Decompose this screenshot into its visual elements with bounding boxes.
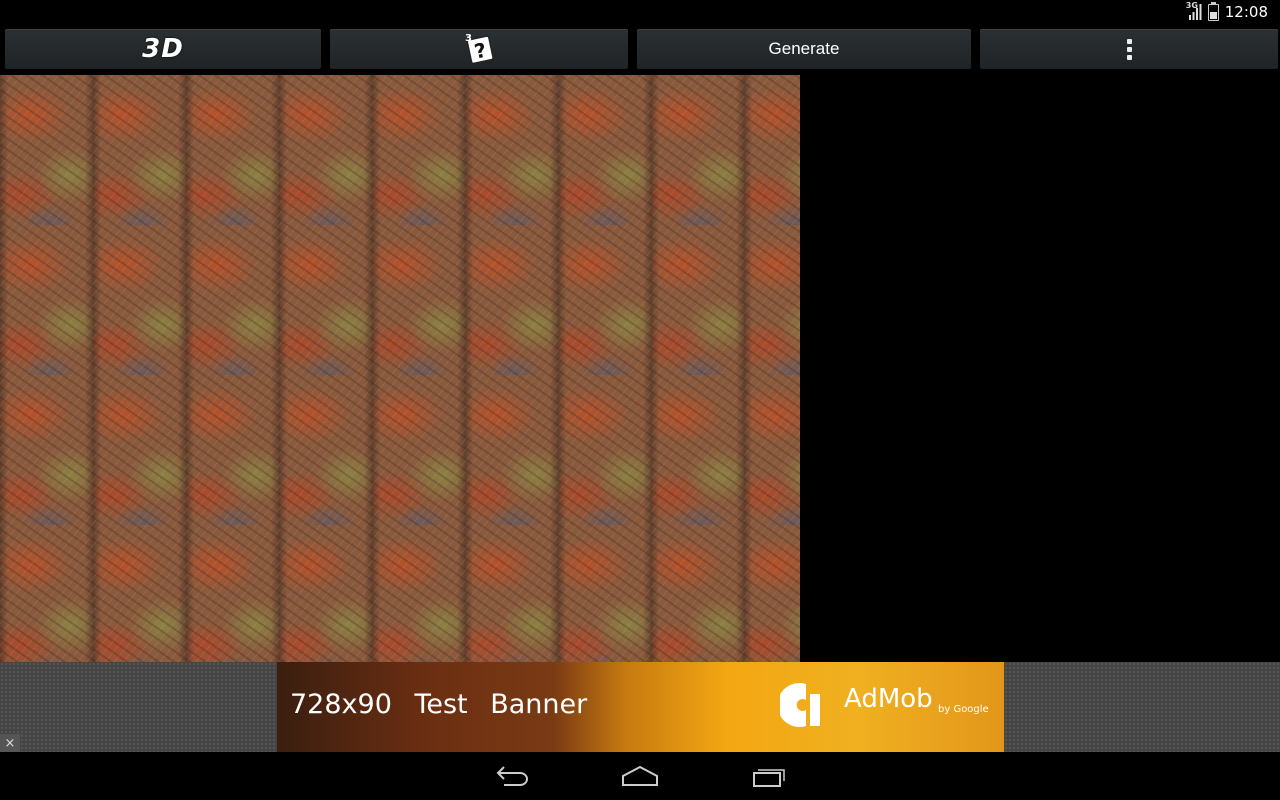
overflow-menu-icon xyxy=(1126,38,1132,60)
back-button[interactable] xyxy=(492,760,532,792)
ad-size-label: 728x90 xyxy=(290,689,392,720)
home-button[interactable] xyxy=(620,760,660,792)
admob-brand: AdMob xyxy=(844,684,933,714)
battery-icon xyxy=(1207,1,1219,21)
generate-button[interactable]: Generate xyxy=(637,29,971,69)
svg-text:3: 3 xyxy=(465,33,472,44)
3d-button[interactable]: 3D xyxy=(5,29,321,69)
action-bar: 3D ? 3 Generate xyxy=(0,25,1280,73)
close-ad-button[interactable]: × xyxy=(0,734,20,752)
signal-bars-icon xyxy=(1188,4,1202,20)
generate-button-label: Generate xyxy=(768,39,840,58)
status-bar: 3G 12:08 xyxy=(0,0,1280,25)
status-indicators: 3G 12:08 xyxy=(1186,1,1268,21)
signal-icon: 3G xyxy=(1186,1,1202,20)
back-icon xyxy=(496,766,528,786)
recents-icon xyxy=(753,769,785,787)
home-icon xyxy=(622,765,658,786)
help-button[interactable]: ? 3 xyxy=(330,29,628,69)
ad-title: Test Banner xyxy=(414,689,588,720)
admob-logo-icon xyxy=(780,683,820,727)
overflow-menu-button[interactable] xyxy=(980,29,1278,69)
admob-by-google: by Google xyxy=(938,704,989,715)
ad-container: 728x90 Test Banner AdMob by Google × xyxy=(0,662,1280,752)
clock: 12:08 xyxy=(1224,3,1268,21)
help-card-icon: ? 3 xyxy=(465,33,494,65)
stereogram-image xyxy=(0,75,800,662)
3d-button-label: 3D xyxy=(142,34,184,64)
ad-banner[interactable]: 728x90 Test Banner AdMob by Google xyxy=(277,662,1004,752)
recents-button[interactable] xyxy=(749,760,789,792)
close-icon: × xyxy=(4,735,16,751)
ad-banner-text: 728x90 Test Banner xyxy=(290,689,587,720)
navigation-bar xyxy=(0,752,1280,800)
